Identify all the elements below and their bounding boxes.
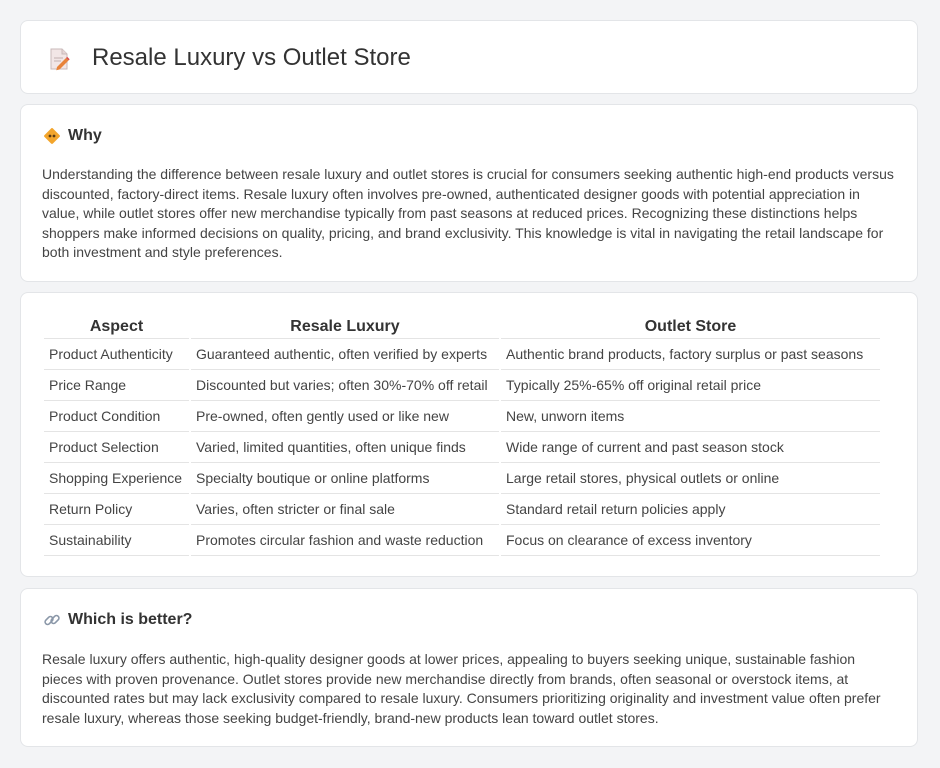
- table-row: Product Condition Pre-owned, often gentl…: [44, 401, 880, 432]
- column-header-resale: Resale Luxury: [191, 316, 499, 339]
- resale-cell: Discounted but varies; often 30%-70% off…: [191, 370, 499, 401]
- comparison-table: Aspect Resale Luxury Outlet Store Produc…: [42, 316, 882, 556]
- table-row: Return Policy Varies, often stricter or …: [44, 494, 880, 525]
- resale-cell: Specialty boutique or online platforms: [191, 463, 499, 494]
- outlet-cell: Large retail stores, physical outlets or…: [501, 463, 880, 494]
- comparison-section: Aspect Resale Luxury Outlet Store Produc…: [20, 292, 918, 577]
- resale-cell: Guaranteed authentic, often verified by …: [191, 339, 499, 370]
- better-heading-row: Which is better?: [43, 609, 192, 631]
- column-header-outlet: Outlet Store: [501, 316, 880, 339]
- outlet-cell: Wide range of current and past season st…: [501, 432, 880, 463]
- aspect-cell: Product Selection: [44, 432, 189, 463]
- why-heading: Why: [68, 127, 102, 144]
- aspect-cell: Product Condition: [44, 401, 189, 432]
- page-title: Resale Luxury vs Outlet Store: [92, 44, 411, 71]
- resale-cell: Varied, limited quantities, often unique…: [191, 432, 499, 463]
- outlet-cell: Authentic brand products, factory surplu…: [501, 339, 880, 370]
- resale-cell: Varies, often stricter or final sale: [191, 494, 499, 525]
- table-row: Product Selection Varied, limited quanti…: [44, 432, 880, 463]
- aspect-cell: Product Authenticity: [44, 339, 189, 370]
- which-better-section: Which is better? Resale luxury offers au…: [20, 588, 918, 747]
- outlet-cell: Standard retail return policies apply: [501, 494, 880, 525]
- column-header-aspect: Aspect: [44, 316, 189, 339]
- diamond-sign-icon: [44, 128, 60, 144]
- table-row: Price Range Discounted but varies; often…: [44, 370, 880, 401]
- outlet-cell: New, unworn items: [501, 401, 880, 432]
- aspect-cell: Price Range: [44, 370, 189, 401]
- aspect-cell: Sustainability: [44, 525, 189, 556]
- why-text: Understanding the difference between res…: [42, 166, 894, 261]
- table-header-row: Aspect Resale Luxury Outlet Store: [44, 316, 880, 339]
- better-text: Resale luxury offers authentic, high-qua…: [42, 651, 881, 726]
- outlet-cell: Typically 25%-65% off original retail pr…: [501, 370, 880, 401]
- why-heading-row: Why: [43, 125, 102, 147]
- header-card: Resale Luxury vs Outlet Store: [20, 20, 918, 94]
- better-heading: Which is better?: [68, 611, 193, 628]
- link-icon: [44, 614, 60, 626]
- table-row: Product Authenticity Guaranteed authenti…: [44, 339, 880, 370]
- outlet-cell: Focus on clearance of excess inventory: [501, 525, 880, 556]
- aspect-cell: Return Policy: [44, 494, 189, 525]
- why-section: Why Understanding the difference between…: [20, 104, 918, 282]
- resale-cell: Promotes circular fashion and waste redu…: [191, 525, 499, 556]
- document-pencil-icon: [50, 48, 70, 71]
- aspect-cell: Shopping Experience: [44, 463, 189, 494]
- resale-cell: Pre-owned, often gently used or like new: [191, 401, 499, 432]
- table-row: Sustainability Promotes circular fashion…: [44, 525, 880, 556]
- table-row: Shopping Experience Specialty boutique o…: [44, 463, 880, 494]
